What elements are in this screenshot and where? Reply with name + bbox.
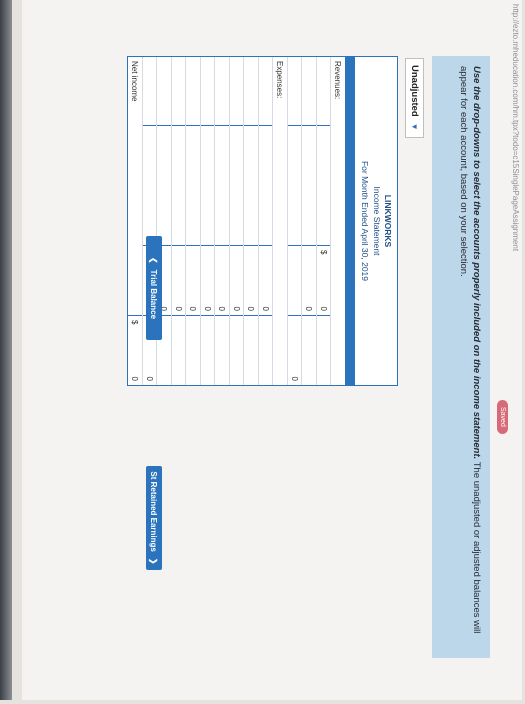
photo-edge bbox=[0, 0, 12, 700]
amount-cell: 0 bbox=[186, 245, 200, 315]
amount-cell bbox=[287, 245, 302, 315]
table-row: 0 bbox=[257, 57, 273, 385]
chevron-down-icon: ▼ bbox=[410, 122, 419, 131]
total-cell bbox=[316, 315, 331, 385]
statement-header-bar bbox=[344, 57, 355, 385]
table-row: $0 bbox=[315, 57, 331, 385]
revenues-row: Revenues: bbox=[330, 57, 345, 385]
table-row: 0 bbox=[214, 57, 229, 385]
account-dropdown[interactable] bbox=[186, 125, 200, 245]
total-cell bbox=[200, 315, 215, 385]
account-dropdown[interactable] bbox=[258, 125, 273, 245]
statement-title: Income Statement bbox=[371, 186, 382, 256]
expenses-row: Expenses: bbox=[272, 57, 287, 385]
table-row: 0 bbox=[185, 57, 200, 385]
account-dropdown[interactable] bbox=[244, 125, 258, 245]
table-row: 0 bbox=[199, 57, 215, 385]
instructions-box: Use the drop-downs to select the account… bbox=[432, 56, 490, 658]
amount-cell: 0 bbox=[200, 245, 215, 315]
expenses-label: Expenses: bbox=[275, 61, 285, 99]
account-dropdown[interactable] bbox=[215, 125, 229, 245]
total-cell bbox=[171, 315, 186, 385]
balance-type-value: Unadjusted bbox=[409, 65, 420, 117]
table-row: 0 bbox=[301, 57, 316, 385]
net-income-label: Net income bbox=[130, 61, 140, 102]
saved-badge: Saved bbox=[497, 400, 508, 434]
next-retained-earnings-button[interactable]: St Retained Earnings ❯ bbox=[146, 466, 162, 570]
table-row: 0 bbox=[170, 57, 186, 385]
amount-cell: 0 bbox=[215, 245, 229, 315]
total-cell bbox=[244, 315, 258, 385]
table-row: 0 bbox=[286, 57, 302, 385]
amount-cell: $0 bbox=[316, 245, 331, 315]
net-income-cell: $0 bbox=[128, 315, 142, 385]
amount-cell: 0 bbox=[302, 245, 316, 315]
account-dropdown[interactable] bbox=[142, 125, 157, 245]
page-content: http://ezto.mheducation.com/hm.tpx?todo=… bbox=[22, 0, 522, 700]
total-cell bbox=[215, 315, 229, 385]
instructions-bold: Use the drop-downs to select the account… bbox=[471, 66, 482, 460]
table-row: 0 bbox=[228, 57, 244, 385]
amount-cell: 0 bbox=[244, 245, 258, 315]
company-name: LINKWORKS bbox=[383, 194, 393, 248]
account-dropdown[interactable] bbox=[316, 125, 331, 245]
revenues-label: Revenues: bbox=[333, 61, 343, 100]
income-statement: LINKWORKS Income Statement For Month End… bbox=[127, 56, 398, 386]
account-dropdown[interactable] bbox=[171, 125, 186, 245]
total-cell bbox=[229, 315, 244, 385]
statement-header: LINKWORKS Income Statement For Month End… bbox=[354, 57, 397, 385]
statement-period: For Month Ended April 30, 2019 bbox=[360, 160, 371, 282]
account-dropdown[interactable] bbox=[200, 125, 215, 245]
total-cell bbox=[302, 315, 316, 385]
account-dropdown[interactable] bbox=[157, 125, 171, 245]
account-dropdown[interactable] bbox=[287, 125, 302, 245]
account-dropdown[interactable] bbox=[302, 125, 316, 245]
chevron-right-icon: ❯ bbox=[149, 557, 159, 565]
net-income-row: Net income $0 bbox=[128, 57, 142, 385]
account-dropdown[interactable] bbox=[229, 125, 244, 245]
chevron-left-icon: ❮ bbox=[149, 256, 159, 264]
total-cell: 0 bbox=[287, 315, 302, 385]
total-cell bbox=[258, 315, 273, 385]
amount-cell: 0 bbox=[229, 245, 244, 315]
table-row: 0 bbox=[243, 57, 258, 385]
url-bar: http://ezto.mheducation.com/hm.tpx?todo=… bbox=[511, 4, 520, 252]
amount-cell: 0 bbox=[258, 245, 273, 315]
total-cell bbox=[186, 315, 200, 385]
prev-trial-balance-button[interactable]: ❮ Trial Balance bbox=[146, 236, 162, 340]
balance-type-dropdown[interactable]: Unadjusted ▼ bbox=[405, 58, 424, 138]
amount-cell: 0 bbox=[171, 245, 186, 315]
